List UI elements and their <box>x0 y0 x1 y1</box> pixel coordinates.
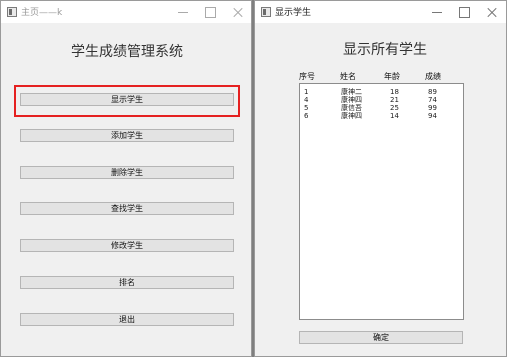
row-score: 94 <box>428 112 437 120</box>
minimize-icon[interactable] <box>423 1 451 23</box>
ok-button[interactable]: 确定 <box>299 331 463 344</box>
row-name: 康神四 <box>341 112 362 120</box>
system-heading: 学生成绩管理系统 <box>71 44 183 60</box>
list-heading: 显示所有学生 <box>343 42 427 58</box>
column-header-age: 年龄 <box>384 72 400 81</box>
list-title-bar[interactable]: 显示学生 <box>255 1 506 23</box>
rank-button[interactable]: 排名 <box>20 276 234 289</box>
maximize-icon[interactable] <box>196 1 224 23</box>
column-header-name: 姓名 <box>340 72 356 81</box>
edit-student-button[interactable]: 修改学生 <box>20 239 234 252</box>
close-icon[interactable] <box>224 1 252 23</box>
show-students-button[interactable]: 显示学生 <box>20 93 234 106</box>
main-window: 主页——k 学生成绩管理系统 显示学生 添加学生 删除学生 查找学生 修改学生 … <box>0 0 252 357</box>
window-icon <box>7 7 17 17</box>
add-student-button[interactable]: 添加学生 <box>20 129 234 142</box>
main-title-bar[interactable]: 主页——k <box>1 1 251 23</box>
find-student-button[interactable]: 查找学生 <box>20 202 234 215</box>
minimize-icon[interactable] <box>169 1 197 23</box>
main-window-title: 主页——k <box>21 8 63 18</box>
column-header-id: 序号 <box>299 72 315 81</box>
close-icon[interactable] <box>478 1 506 23</box>
column-header-score: 成绩 <box>425 72 441 81</box>
list-item[interactable]: 6 康神四 14 94 <box>300 112 463 121</box>
student-list-window: 显示学生 显示所有学生 序号 姓名 年龄 成绩 1 康神二 18 89 4 康神… <box>254 0 507 357</box>
maximize-icon[interactable] <box>450 1 478 23</box>
row-id: 6 <box>304 112 309 120</box>
row-age: 14 <box>390 112 399 120</box>
exit-button[interactable]: 退出 <box>20 313 234 326</box>
list-window-title: 显示学生 <box>275 8 312 18</box>
delete-student-button[interactable]: 删除学生 <box>20 166 234 179</box>
window-icon <box>261 7 271 17</box>
student-list[interactable]: 1 康神二 18 89 4 康神四 21 74 5 康信吾 25 99 6 康神… <box>299 83 464 320</box>
